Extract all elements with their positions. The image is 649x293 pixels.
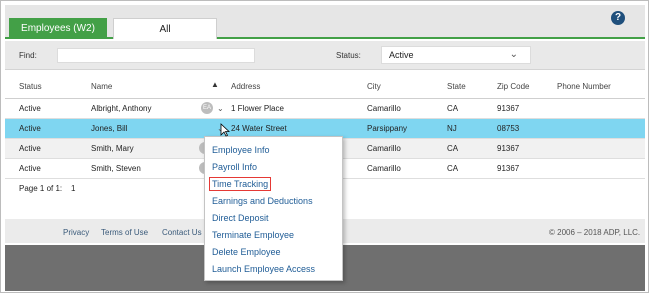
menu-item-time-tracking[interactable]: Time Tracking xyxy=(209,177,272,191)
tab-employees-w2[interactable]: Employees (W2) xyxy=(9,18,107,39)
menu-item-employee-info[interactable]: Employee Info xyxy=(212,145,270,155)
tab-bar: Employees (W2) All ? xyxy=(5,5,645,39)
menu-item-direct-deposit[interactable]: Direct Deposit xyxy=(212,213,269,223)
col-header-zip-code[interactable]: Zip Code xyxy=(497,82,529,91)
cell-state: CA xyxy=(447,164,459,173)
footer-link-terms-of-use[interactable]: Terms of Use xyxy=(101,228,148,237)
col-header-status[interactable]: Status xyxy=(19,82,42,91)
table-header: Status Name ▲ Address City State Zip Cod… xyxy=(5,71,645,99)
find-input[interactable] xyxy=(57,48,255,63)
app-frame: Employees (W2) All ? Find: Status: Activ… xyxy=(0,0,649,293)
cell-name[interactable]: Smith, Mary xyxy=(91,144,134,153)
footer-link-contact-us[interactable]: Contact Us xyxy=(162,228,202,237)
menu-item-earnings-and-deductions[interactable]: Earnings and Deductions xyxy=(212,196,313,206)
help-icon[interactable]: ? xyxy=(611,11,625,25)
cell-state: CA xyxy=(447,144,459,153)
cell-name[interactable]: Albright, Anthony xyxy=(91,104,151,113)
menu-item-delete-employee[interactable]: Delete Employee xyxy=(212,247,281,257)
cell-status: Active xyxy=(19,144,41,153)
col-header-state[interactable]: State xyxy=(447,82,466,91)
cell-status: Active xyxy=(19,164,41,173)
cell-city: Camarillo xyxy=(367,144,401,153)
col-header-name[interactable]: Name xyxy=(91,82,112,91)
menu-item-launch-employee-access[interactable]: Launch Employee Access xyxy=(212,264,315,274)
cell-name[interactable]: Smith, Steven xyxy=(91,164,141,173)
col-header-address[interactable]: Address xyxy=(231,82,260,91)
cell-city: Camarillo xyxy=(367,104,401,113)
cell-city: Camarillo xyxy=(367,164,401,173)
cell-status: Active xyxy=(19,124,41,133)
cell-zip: 91367 xyxy=(497,144,520,153)
footer-copyright: © 2006 – 2018 ADP, LLC. xyxy=(549,228,641,237)
menu-item-payroll-info[interactable]: Payroll Info xyxy=(212,162,257,172)
col-header-city[interactable]: City xyxy=(367,82,381,91)
status-select-value: Active xyxy=(389,50,414,60)
status-select[interactable]: Active ⌄ xyxy=(381,46,531,64)
cell-address: 24 Water Street xyxy=(231,124,287,133)
chevron-down-icon[interactable]: ⌄ xyxy=(217,104,224,113)
cell-city: Parsippany xyxy=(367,124,408,133)
row-context-menu: Employee Info Payroll Info Time Tracking… xyxy=(204,136,343,281)
pointer-cursor-icon xyxy=(220,123,230,137)
cell-status: Active xyxy=(19,104,41,113)
filter-bar: Find: Status: Active ⌄ xyxy=(5,41,645,70)
menu-item-terminate-employee[interactable]: Terminate Employee xyxy=(212,230,294,240)
cell-zip: 91367 xyxy=(497,164,520,173)
tab-all[interactable]: All xyxy=(113,18,217,39)
cell-address: 1 Flower Place xyxy=(231,104,284,113)
status-label: Status: xyxy=(336,51,361,60)
chevron-down-icon: ⌄ xyxy=(509,49,518,60)
cell-name[interactable]: Jones, Bill xyxy=(91,124,127,133)
pager-page-link[interactable]: 1 xyxy=(71,184,75,193)
table-row[interactable]: Active Albright, Anthony EA ⌄ 1 Flower P… xyxy=(5,99,645,119)
find-label: Find: xyxy=(19,51,37,60)
sort-up-icon[interactable]: ▲ xyxy=(211,80,219,89)
cell-state: CA xyxy=(447,104,459,113)
employee-access-badge-icon: EA xyxy=(201,102,213,114)
footer-link-privacy[interactable]: Privacy xyxy=(63,228,89,237)
cell-zip: 91367 xyxy=(497,104,520,113)
cell-zip: 08753 xyxy=(497,124,520,133)
col-header-phone-number[interactable]: Phone Number xyxy=(557,82,611,91)
pager-label: Page 1 of 1: xyxy=(19,184,63,193)
cell-state: NJ xyxy=(447,124,457,133)
